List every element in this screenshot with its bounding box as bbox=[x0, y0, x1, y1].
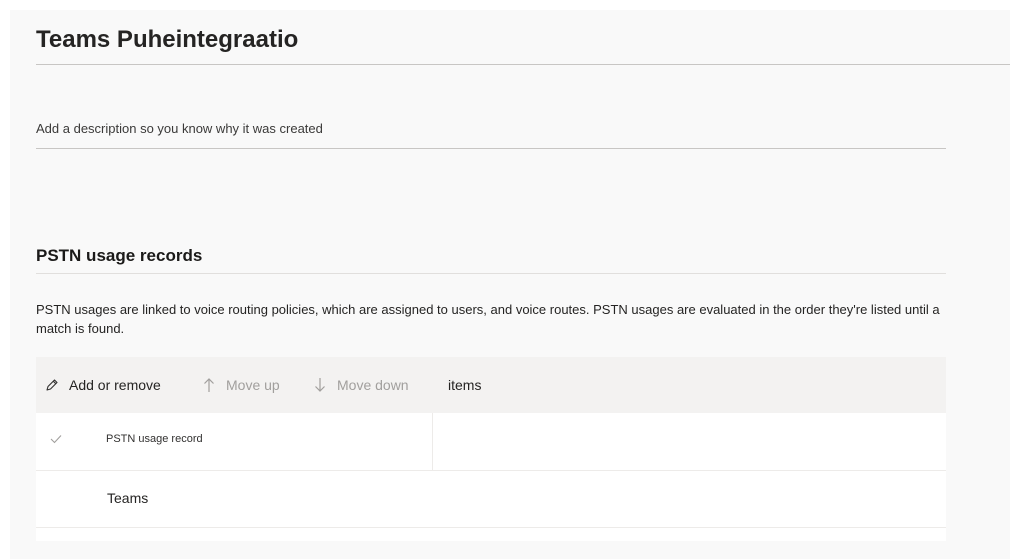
arrow-up-icon bbox=[201, 377, 217, 393]
pencil-icon bbox=[44, 377, 60, 393]
item-count: items bbox=[448, 377, 482, 393]
table-row[interactable]: Teams bbox=[36, 471, 946, 528]
move-down-label: Move down bbox=[337, 377, 409, 393]
pstn-usage-record-cell: Teams bbox=[107, 490, 149, 506]
select-all-checkbox[interactable] bbox=[48, 432, 64, 448]
description-field[interactable] bbox=[36, 116, 946, 149]
move-down-button[interactable]: Move down bbox=[312, 375, 409, 395]
grid-toolbar: Add or remove Move up Move down items bbox=[36, 357, 946, 413]
section-title: PSTN usage records bbox=[36, 246, 203, 265]
page: Teams Puheintegraatio PSTN usage records… bbox=[0, 0, 1010, 559]
move-up-button[interactable]: Move up bbox=[201, 375, 280, 395]
column-header-pstn-usage-record[interactable]: PSTN usage record bbox=[106, 433, 203, 445]
checkmark-icon bbox=[50, 431, 62, 449]
title-area: Teams Puheintegraatio bbox=[36, 26, 1010, 65]
add-or-remove-button[interactable]: Add or remove bbox=[44, 375, 161, 395]
page-title: Teams Puheintegraatio bbox=[36, 26, 299, 53]
arrow-down-icon bbox=[312, 377, 328, 393]
description-input[interactable] bbox=[36, 116, 936, 140]
grid-header-row: PSTN usage record bbox=[36, 413, 946, 471]
pstn-section-header: PSTN usage records bbox=[36, 246, 946, 274]
section-description: PSTN usages are linked to voice routing … bbox=[36, 302, 940, 336]
move-up-label: Move up bbox=[226, 377, 280, 393]
column-divider[interactable] bbox=[432, 413, 433, 470]
add-or-remove-label: Add or remove bbox=[69, 377, 161, 393]
pstn-usage-grid: Add or remove Move up Move down items PS… bbox=[36, 357, 946, 541]
policy-panel: Teams Puheintegraatio PSTN usage records… bbox=[10, 10, 1010, 559]
